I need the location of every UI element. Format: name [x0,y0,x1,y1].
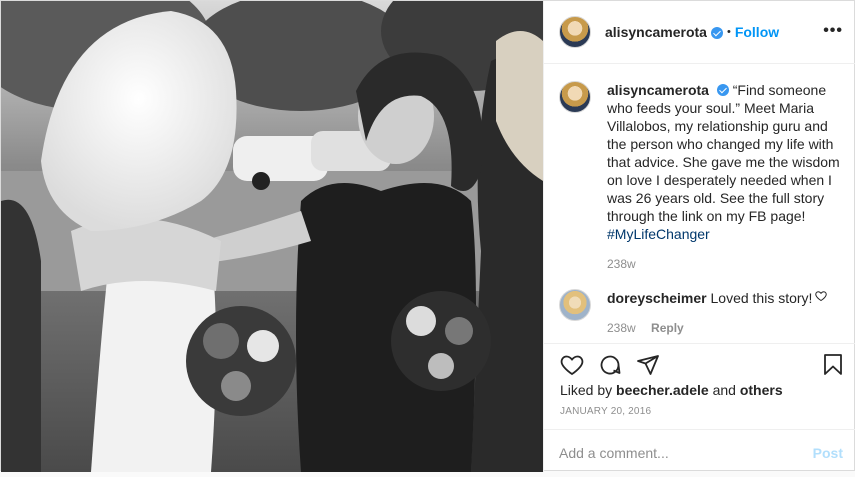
post-side-panel: alisyncamerota • Follow ••• alisyncamero… [543,1,855,472]
comment-icon[interactable] [598,353,622,377]
post-photo[interactable] [1,1,543,472]
heart-icon[interactable] [560,353,584,377]
header-separator: • [726,26,731,38]
comment-meta: 238w Reply [607,319,841,337]
photo-car-wheel [252,172,270,190]
verified-badge-icon [710,27,723,39]
liked-by-others[interactable]: others [740,382,783,398]
post-header: alisyncamerota • Follow ••• [544,1,855,64]
add-comment-input[interactable] [559,443,789,463]
author-avatar[interactable] [559,16,591,48]
photo-bouquet-maria-flower-2 [445,317,473,345]
caption-age: 238w [607,257,636,271]
photo-bouquet-bride-flower-1 [203,323,239,359]
commenter-username[interactable]: doreyscheimer [607,290,707,306]
more-options-icon[interactable]: ••• [823,23,843,39]
caption: alisyncamerota “Find someone who feeds y… [559,81,841,273]
bookmark-icon[interactable] [821,353,845,377]
post-actions: Liked by beecher.adele and others JANUAR… [544,343,855,476]
action-icons [560,353,660,377]
add-comment-bar: Post [544,429,855,477]
comment-age: 238w [607,321,636,335]
photo-bouquet-bride-flower-2 [247,330,279,362]
comment-item: doreyscheimer Loved this story! 238w Rep… [559,289,841,337]
comment-body: doreyscheimer Loved this story! 238w Rep… [607,289,841,337]
share-icon[interactable] [636,353,660,377]
author-username[interactable]: alisyncamerota [605,24,707,40]
follow-button[interactable]: Follow [735,24,779,40]
photo-bouquet-maria-flower-3 [428,353,454,379]
caption-body: alisyncamerota “Find someone who feeds y… [607,81,841,273]
liked-by-and: and [712,382,736,398]
photo-bouquet-maria-flower-1 [406,306,436,336]
photo-bouquet-bride-flower-3 [221,371,251,401]
liked-by-prefix: Liked by [560,382,613,398]
commenter-avatar[interactable] [559,289,591,321]
reply-button[interactable]: Reply [651,321,684,335]
caption-meta: 238w [607,255,841,273]
photo-figure-left [1,199,41,472]
liked-by: Liked by beecher.adele and others [560,382,783,398]
liked-by-user[interactable]: beecher.adele [616,382,709,398]
verified-badge-icon [716,84,729,96]
caption-hashtag[interactable]: #MyLifeChanger [607,226,710,242]
comment-text: Loved this story! [710,290,813,306]
caption-avatar[interactable] [559,81,591,113]
photo-illustration [1,1,543,472]
post-comment-button[interactable]: Post [813,445,843,461]
caption-username[interactable]: alisyncamerota [607,82,709,98]
comment-like-heart-icon[interactable] [815,289,827,305]
instagram-post: alisyncamerota • Follow ••• alisyncamero… [0,0,855,472]
comments-section: alisyncamerota “Find someone who feeds y… [544,65,855,343]
caption-text: “Find someone who feeds your soul.” Meet… [607,82,840,224]
post-date[interactable]: JANUARY 20, 2016 [560,406,651,417]
